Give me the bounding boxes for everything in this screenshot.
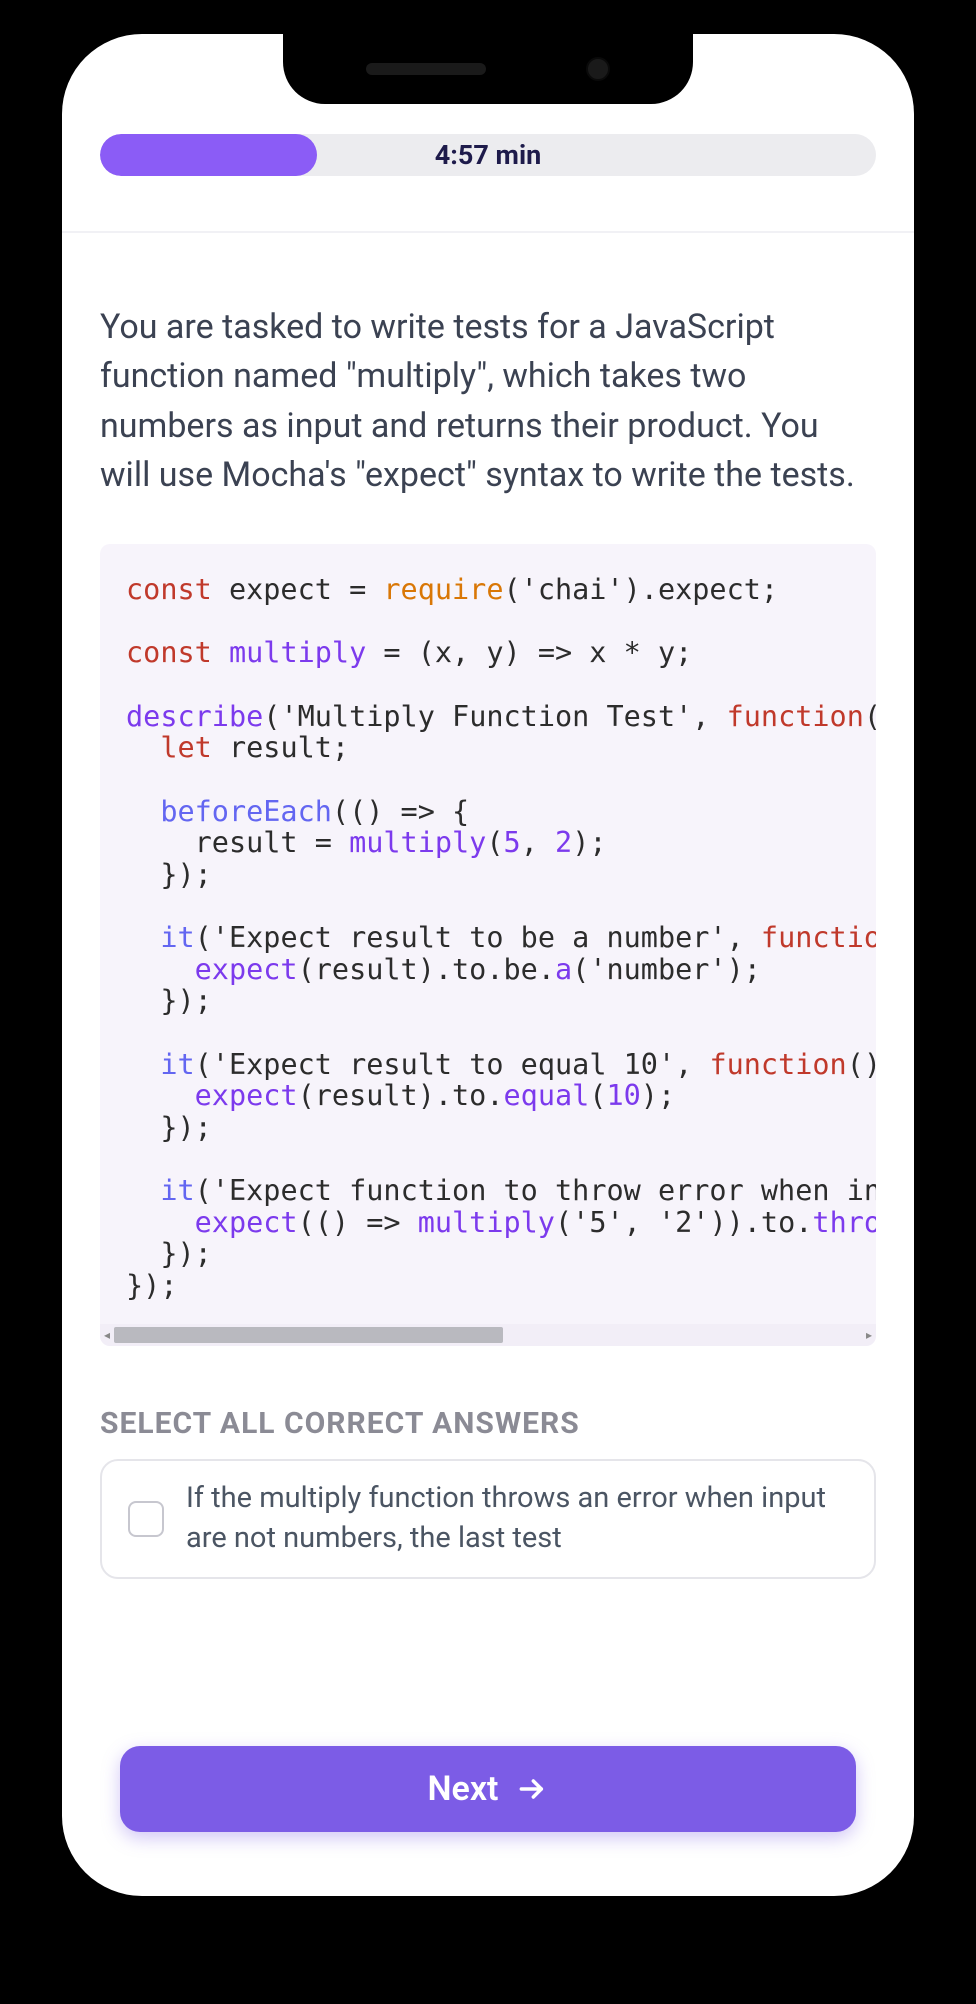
front-camera xyxy=(586,57,610,81)
scroll-track[interactable] xyxy=(114,1324,862,1346)
checkbox-icon[interactable] xyxy=(128,1501,164,1537)
timer-label: 4:57 min xyxy=(435,139,541,171)
code-scroll-area[interactable]: const expect = require('chai').expect; c… xyxy=(100,544,876,1323)
question-content[interactable]: You are tasked to write tests for a Java… xyxy=(62,233,914,1896)
device-notch xyxy=(283,34,693,104)
scroll-thumb[interactable] xyxy=(114,1327,503,1343)
code-horizontal-scrollbar[interactable]: ◂ ▸ xyxy=(100,1324,876,1346)
app-viewport: 4:57 min You are tasked to write tests f… xyxy=(62,34,914,1896)
speaker-grille xyxy=(366,63,486,75)
timer-progress-fill xyxy=(100,134,317,176)
code-content: const expect = require('chai').expect; c… xyxy=(126,574,850,1301)
answers-heading: SELECT ALL CORRECT ANSWERS xyxy=(100,1406,876,1441)
answer-option[interactable]: If the multiply function throws an error… xyxy=(100,1459,876,1579)
timer-progress: 4:57 min xyxy=(100,134,876,176)
next-button-label: Next xyxy=(428,1769,499,1809)
phone-screen: 4:57 min You are tasked to write tests f… xyxy=(62,34,914,1896)
question-text: You are tasked to write tests for a Java… xyxy=(100,303,876,500)
scroll-right-arrow[interactable]: ▸ xyxy=(866,1328,872,1342)
phone-frame: 4:57 min You are tasked to write tests f… xyxy=(28,0,948,1930)
arrow-right-icon xyxy=(516,1773,548,1805)
timer-bar-container: 4:57 min xyxy=(62,134,914,176)
next-button[interactable]: Next xyxy=(120,1746,856,1832)
code-block: const expect = require('chai').expect; c… xyxy=(100,544,876,1345)
scroll-left-arrow[interactable]: ◂ xyxy=(104,1328,110,1342)
answer-option-text: If the multiply function throws an error… xyxy=(186,1479,848,1557)
